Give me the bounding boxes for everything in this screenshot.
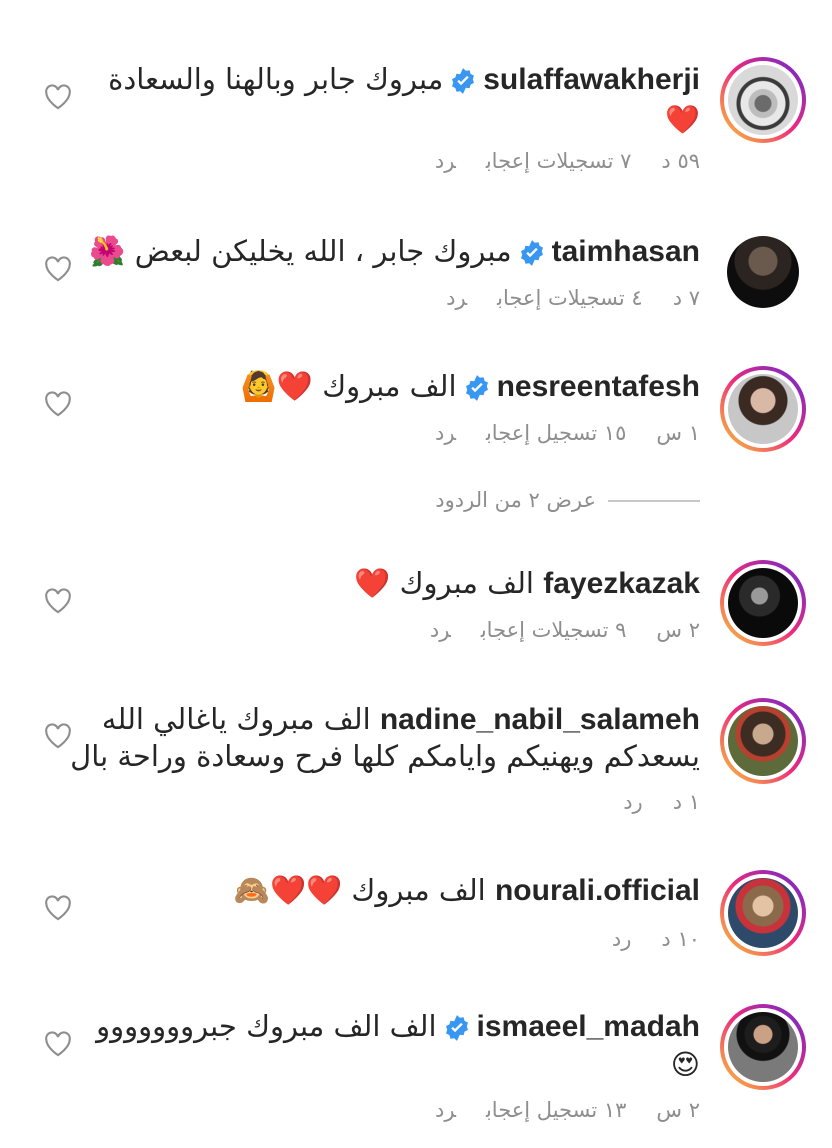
reply-button[interactable]: رد bbox=[612, 927, 632, 951]
avatar[interactable] bbox=[720, 57, 806, 143]
username[interactable]: nesreentafesh bbox=[497, 370, 700, 403]
comment-meta: ٧ د ٤ تسجيلات إعجاب رد bbox=[416, 286, 700, 310]
likes-count[interactable]: ٩ تسجيلات إعجاب bbox=[481, 618, 627, 642]
username[interactable]: ismaeel_madah bbox=[477, 1010, 700, 1043]
comment-time: ٢ س bbox=[656, 1098, 700, 1122]
likes-count[interactable]: ١٣ تسجيل إعجاب bbox=[486, 1098, 626, 1122]
comment-time: ١٠ د bbox=[661, 927, 700, 951]
reply-button[interactable]: رد bbox=[623, 790, 643, 814]
comment-text: nadine_nabil_salameh الف مبروك ياغالي ال… bbox=[101, 702, 700, 736]
likes-count[interactable]: ٧ تسجيلات إعجاب bbox=[486, 149, 632, 173]
heart-icon[interactable] bbox=[44, 84, 72, 110]
comment-text: taimhasanمبروك جابر ، الله يخليكن لبعض 🌺 bbox=[89, 234, 700, 268]
avatar[interactable] bbox=[720, 1004, 806, 1090]
reply-button[interactable]: رد bbox=[435, 421, 456, 445]
view-replies-label: عرض ٢ من الردود bbox=[435, 488, 596, 512]
username[interactable]: nourali.official bbox=[495, 874, 700, 907]
likes-count[interactable]: ١٥ تسجيل إعجاب bbox=[486, 421, 626, 445]
avatar[interactable] bbox=[720, 366, 806, 452]
reply-button[interactable]: رد bbox=[430, 618, 451, 642]
avatar[interactable] bbox=[720, 698, 806, 784]
avatar[interactable] bbox=[720, 870, 806, 956]
heart-icon[interactable] bbox=[44, 391, 72, 417]
verified-badge-icon bbox=[452, 68, 475, 94]
heart-icon[interactable] bbox=[44, 895, 72, 921]
verified-badge-icon bbox=[465, 375, 488, 401]
divider bbox=[608, 500, 700, 502]
comment-text: nesreentafeshالف مبروك ❤️🙆 bbox=[240, 369, 700, 403]
avatar[interactable] bbox=[725, 234, 811, 320]
comment-time: ١ د bbox=[672, 790, 700, 814]
comment-text: sulaffawakherjiمبروك جابر وبالهنا والسعا… bbox=[108, 62, 700, 96]
username[interactable]: nadine_nabil_salameh bbox=[380, 703, 700, 736]
verified-badge-icon bbox=[520, 240, 543, 266]
comment-text: fayezkazak الف مبروك ❤️ bbox=[354, 566, 700, 600]
username[interactable]: sulaffawakherji bbox=[483, 63, 700, 96]
username[interactable]: fayezkazak bbox=[543, 567, 700, 600]
comment-meta: ٢ س ٩ تسجيلات إعجاب رد bbox=[400, 618, 700, 642]
comment-meta: ١ د رد bbox=[593, 790, 700, 814]
comment-time: ٧ د bbox=[672, 286, 700, 310]
reply-button[interactable]: رد bbox=[446, 286, 467, 310]
view-replies-button[interactable]: عرض ٢ من الردود bbox=[435, 488, 700, 512]
heart-icon[interactable] bbox=[44, 588, 72, 614]
reply-button[interactable]: رد bbox=[435, 149, 456, 173]
comment-text-line2: ❤️ bbox=[665, 103, 700, 136]
likes-count[interactable]: ٤ تسجيلات إعجاب bbox=[497, 286, 643, 310]
avatar[interactable] bbox=[720, 560, 806, 646]
comment-meta: ٥٩ د ٧ تسجيلات إعجاب رد bbox=[405, 149, 700, 173]
comment-meta: ١٠ د رد bbox=[582, 927, 700, 951]
comment-time: ٥٩ د bbox=[661, 149, 700, 173]
comment-meta: ١ س ١٥ تسجيل إعجاب رد bbox=[405, 421, 700, 445]
heart-icon[interactable] bbox=[44, 1031, 72, 1057]
comment-text-line2: يسعدكم ويهنيكم وايامكم كلها فرح وسعادة و… bbox=[70, 739, 700, 773]
heart-icon[interactable] bbox=[44, 256, 72, 282]
comment-time: ٢ س bbox=[656, 618, 700, 642]
comment-text: nourali.official الف مبروك ❤️❤️🙈 bbox=[233, 873, 700, 907]
comment-time: ١ س bbox=[656, 421, 700, 445]
verified-badge-icon bbox=[445, 1015, 468, 1041]
reply-button[interactable]: رد bbox=[435, 1098, 456, 1122]
comment-text-line2: 😍 bbox=[670, 1048, 700, 1081]
comment-text: ismaeel_madahالف الف مبروك جبرووووووو bbox=[96, 1009, 700, 1043]
heart-icon[interactable] bbox=[44, 723, 72, 749]
comment-meta: ٢ س ١٣ تسجيل إعجاب رد bbox=[405, 1098, 700, 1122]
username[interactable]: taimhasan bbox=[552, 235, 700, 268]
